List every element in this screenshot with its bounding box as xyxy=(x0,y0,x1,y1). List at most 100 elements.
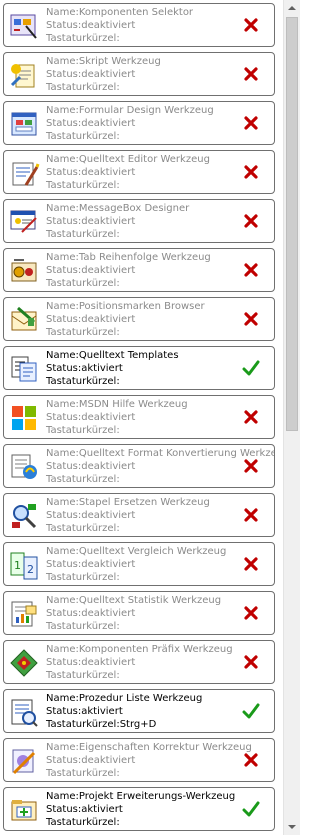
tool-status: Status:deaktiviert xyxy=(46,461,136,472)
tool-shortcut: Tastaturkürzel: xyxy=(46,33,120,44)
tool-name: Name:Quelltext Vergleich Werkzeug xyxy=(46,546,227,557)
form-design-icon xyxy=(8,108,40,140)
tool-item[interactable]: Name:Eigenschaften Korrektur Werkzeug Sta… xyxy=(3,738,275,782)
tool-item[interactable]: Name:Quelltext Format Konvertierung Werk… xyxy=(3,444,275,488)
tool-item[interactable]: Name:Projekt Erweiterungs-Werkzeug Status… xyxy=(3,787,275,831)
tool-name: Name:Formular Design Werkzeug xyxy=(46,105,214,116)
code-editor-icon xyxy=(8,157,40,189)
tool-status: Status:deaktiviert xyxy=(46,167,136,178)
tool-item[interactable]: Name:Quelltext Templates Status:aktiviert… xyxy=(3,346,275,390)
tool-name: Name:Eigenschaften Korrektur Werkzeug xyxy=(46,742,252,753)
tool-item[interactable]: Name:Komponenten Präfix Werkzeug Status:d… xyxy=(3,640,275,684)
tool-status: Status:aktiviert xyxy=(46,804,123,815)
bookmark-browser-icon xyxy=(8,304,40,336)
messagebox-designer-icon xyxy=(8,206,40,238)
tool-status: Status:aktiviert xyxy=(46,706,123,717)
tool-status: Status:deaktiviert xyxy=(46,559,136,570)
script-tool-icon xyxy=(8,59,40,91)
tool-item[interactable]: Name:Quelltext Editor Werkzeug Status:dea… xyxy=(3,150,275,194)
check-icon[interactable] xyxy=(242,359,260,377)
cross-icon[interactable] xyxy=(242,457,260,475)
svg-text:1: 1 xyxy=(14,559,21,572)
check-icon[interactable] xyxy=(242,800,260,818)
tool-name: Name:Quelltext Statistik Werkzeug xyxy=(46,595,222,606)
scroll-down-arrow-icon[interactable] xyxy=(284,818,300,835)
cross-icon[interactable] xyxy=(242,16,260,34)
tool-status: Status:deaktiviert xyxy=(46,314,136,325)
scrollbar-thumb[interactable] xyxy=(286,17,298,431)
tool-name: Name:Projekt Erweiterungs-Werkzeug xyxy=(46,791,236,802)
tool-shortcut: Tastaturkürzel: xyxy=(46,572,120,583)
tool-name: Name:Komponenten Selektor xyxy=(46,7,194,18)
scroll-up-arrow-icon[interactable] xyxy=(284,0,300,17)
tool-item[interactable]: Name:Prozedur Liste Werkzeug Status:aktiv… xyxy=(3,689,275,733)
cross-icon[interactable] xyxy=(242,114,260,132)
tool-item[interactable]: 1 2 Name:Quelltext Vergleich Werkzeug Statu… xyxy=(3,542,275,586)
tool-status: Status:deaktiviert xyxy=(46,20,136,31)
tool-status: Status:deaktiviert xyxy=(46,608,136,619)
code-templates-icon xyxy=(8,353,40,385)
tool-status: Status:deaktiviert xyxy=(46,755,136,766)
tool-shortcut: Tastaturkürzel: xyxy=(46,376,120,387)
tab-order-icon xyxy=(8,255,40,287)
tool-item[interactable]: Name:MSDN Hilfe Werkzeug Status:deaktivie… xyxy=(3,395,275,439)
cross-icon[interactable] xyxy=(242,604,260,622)
cross-icon[interactable] xyxy=(242,555,260,573)
tool-item[interactable]: Name:Skript Werkzeug Status:deaktiviert Ta… xyxy=(3,52,275,96)
project-extension-icon xyxy=(8,794,40,826)
check-icon[interactable] xyxy=(242,702,260,720)
cross-icon[interactable] xyxy=(242,212,260,230)
svg-text:2: 2 xyxy=(27,563,34,576)
tool-shortcut: Tastaturkürzel: xyxy=(46,817,120,828)
tool-item[interactable]: Name:Positionsmarken Browser Status:deakt… xyxy=(3,297,275,341)
component-selector-icon xyxy=(8,10,40,42)
tool-item[interactable]: Name:MessageBox Designer Status:deaktivie… xyxy=(3,199,275,243)
tool-name: Name:MessageBox Designer xyxy=(46,203,190,214)
tool-status: Status:aktiviert xyxy=(46,363,123,374)
tool-shortcut: Tastaturkürzel: xyxy=(46,523,120,534)
tool-status: Status:deaktiviert xyxy=(46,216,136,227)
tool-name: Name:Quelltext Templates xyxy=(46,350,179,361)
batch-replace-icon xyxy=(8,500,40,532)
tool-name: Name:Quelltext Editor Werkzeug xyxy=(46,154,210,165)
tool-name: Name:Stapel Ersetzen Werkzeug xyxy=(46,497,210,508)
cross-icon[interactable] xyxy=(242,506,260,524)
tool-list[interactable]: Name:Komponenten Selektor Status:deaktivi… xyxy=(0,0,283,835)
tool-shortcut: Tastaturkürzel: xyxy=(46,425,120,436)
tool-shortcut: Tastaturkürzel: xyxy=(46,82,120,93)
tool-item[interactable]: Name:Stapel Ersetzen Werkzeug Status:deak… xyxy=(3,493,275,537)
tool-shortcut: Tastaturkürzel:Strg+D xyxy=(46,719,157,730)
cross-icon[interactable] xyxy=(242,261,260,279)
tool-item[interactable]: Name:Formular Design Werkzeug Status:deak… xyxy=(3,101,275,145)
msdn-help-icon xyxy=(8,402,40,434)
tool-shortcut: Tastaturkürzel: xyxy=(46,180,120,191)
tool-item[interactable]: Name:Komponenten Selektor Status:deaktivi… xyxy=(3,3,275,47)
tool-status: Status:deaktiviert xyxy=(46,69,136,80)
tool-shortcut: Tastaturkürzel: xyxy=(46,474,120,485)
tool-status: Status:deaktiviert xyxy=(46,118,136,129)
tool-shortcut: Tastaturkürzel: xyxy=(46,229,120,240)
tool-shortcut: Tastaturkürzel: xyxy=(46,278,120,289)
cross-icon[interactable] xyxy=(242,163,260,181)
component-prefix-icon xyxy=(8,647,40,679)
procedure-list-icon xyxy=(8,696,40,728)
tool-name: Name:Positionsmarken Browser xyxy=(46,301,205,312)
tool-shortcut: Tastaturkürzel: xyxy=(46,670,120,681)
cross-icon[interactable] xyxy=(242,751,260,769)
code-statistics-icon xyxy=(8,598,40,630)
cross-icon[interactable] xyxy=(242,65,260,83)
tool-name: Name:Prozedur Liste Werkzeug xyxy=(46,693,203,704)
property-correction-icon xyxy=(8,745,40,777)
tool-item[interactable]: Name:Tab Reihenfolge Werkzeug Status:deak… xyxy=(3,248,275,292)
cross-icon[interactable] xyxy=(242,653,260,671)
tool-status: Status:deaktiviert xyxy=(46,510,136,521)
tool-shortcut: Tastaturkürzel: xyxy=(46,131,120,142)
tool-name: Name:Quelltext Format Konvertierung Werk… xyxy=(46,448,275,459)
tool-shortcut: Tastaturkürzel: xyxy=(46,327,120,338)
tool-name: Name:MSDN Hilfe Werkzeug xyxy=(46,399,188,410)
tool-item[interactable]: Name:Quelltext Statistik Werkzeug Status:… xyxy=(3,591,275,635)
cross-icon[interactable] xyxy=(242,310,260,328)
tool-name: Name:Komponenten Präfix Werkzeug xyxy=(46,644,233,655)
vertical-scrollbar[interactable] xyxy=(283,0,300,835)
cross-icon[interactable] xyxy=(242,408,260,426)
